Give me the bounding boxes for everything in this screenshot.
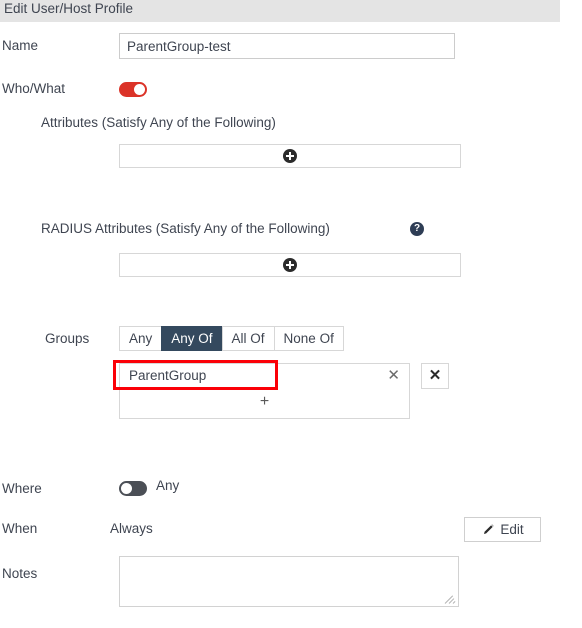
when-edit-button[interactable]: Edit (464, 517, 541, 542)
where-value: Any (156, 478, 180, 493)
toggle-knob (121, 483, 132, 494)
where-toggle[interactable] (119, 481, 147, 496)
group-item-label: ParentGroup (129, 368, 207, 383)
where-label: Where (2, 481, 42, 496)
attributes-add-box[interactable] (119, 144, 461, 168)
notes-label: Notes (2, 566, 38, 581)
radius-attributes-add-box[interactable] (119, 253, 461, 277)
notes-textarea[interactable] (119, 556, 459, 607)
x-icon[interactable]: ✕ (387, 367, 400, 385)
toggle-knob (134, 84, 145, 95)
groups-option-all-of[interactable]: All Of (221, 326, 274, 351)
name-input[interactable] (119, 33, 455, 59)
panel-header: Edit User/Host Profile (0, 0, 560, 22)
radius-attributes-label: RADIUS Attributes (Satisfy Any of the Fo… (41, 221, 330, 236)
when-edit-label: Edit (500, 522, 524, 537)
groups-clear-button[interactable]: ✕ (421, 363, 449, 389)
groups-option-any[interactable]: Any (119, 326, 162, 351)
groups-list: ParentGroup ✕ + (119, 363, 410, 419)
groups-match-mode-button-group: Any Any Of All Of None Of (119, 326, 344, 351)
pencil-icon (484, 523, 494, 534)
groups-option-none-of[interactable]: None Of (273, 326, 344, 351)
page-title: Edit User/Host Profile (4, 1, 134, 16)
plus-circle-icon (283, 149, 297, 163)
group-add-row[interactable]: + (120, 391, 409, 418)
groups-label: Groups (45, 331, 90, 346)
question-mark-icon[interactable]: ? (410, 222, 424, 236)
who-what-label: Who/What (2, 81, 66, 96)
groups-option-any-of[interactable]: Any Of (161, 326, 222, 351)
name-label: Name (2, 38, 39, 53)
when-label: When (2, 521, 38, 536)
attributes-label: Attributes (Satisfy Any of the Following… (41, 115, 276, 130)
list-item[interactable]: ParentGroup ✕ (120, 364, 409, 391)
plus-circle-icon (283, 258, 297, 272)
who-what-toggle[interactable] (119, 82, 147, 97)
when-value: Always (110, 521, 153, 536)
